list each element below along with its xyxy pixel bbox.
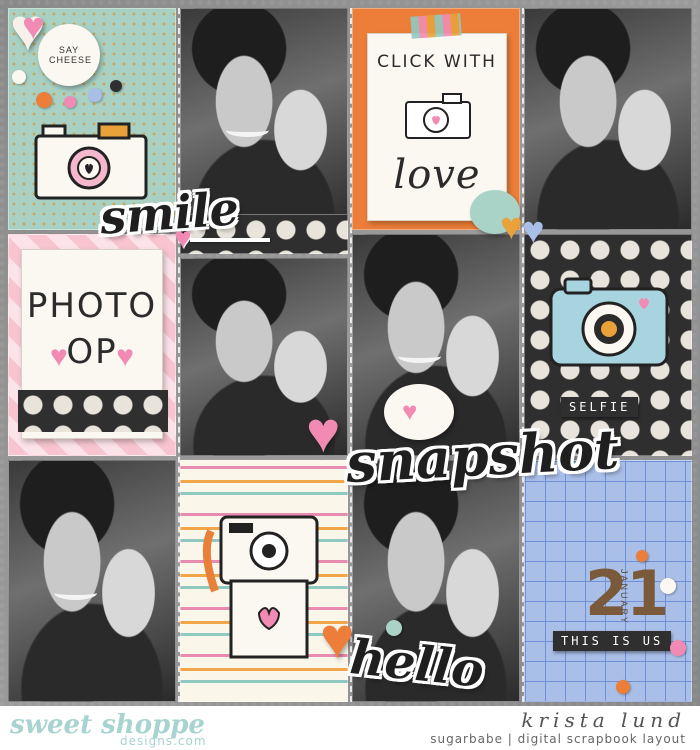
large-pink-heart-icon: ♥ bbox=[306, 400, 341, 465]
speech-heart-orange-icon: ♥ bbox=[500, 206, 523, 248]
polka-tag bbox=[18, 390, 168, 432]
dot-1 bbox=[12, 70, 26, 84]
camera-icon bbox=[405, 93, 471, 139]
dot-5 bbox=[110, 80, 122, 92]
dot-2 bbox=[36, 92, 52, 108]
dot-6 bbox=[636, 550, 648, 562]
scrapbook-page: CLICK WITH love PHOTO OP ♥ ♥ SELFIE 21 J… bbox=[0, 0, 700, 750]
layout-credit: sugarbabe | digital scrapbook layout bbox=[430, 732, 686, 746]
speech-heart-blue-icon: ♥ bbox=[522, 210, 545, 252]
click-with-text: CLICK WITH bbox=[377, 52, 497, 72]
photo-op-card: PHOTO OP ♥ ♥ bbox=[8, 234, 176, 456]
stitch-line-3 bbox=[522, 8, 524, 702]
arrow-heart-doodle-icon bbox=[190, 238, 270, 242]
dot-3 bbox=[64, 96, 76, 108]
stitch-line-2 bbox=[350, 8, 352, 702]
this-is-us-label: THIS IS US bbox=[553, 631, 672, 651]
dot-9 bbox=[616, 680, 630, 694]
stitch-line-1 bbox=[178, 8, 180, 702]
selfie-photo-2 bbox=[524, 8, 692, 230]
date-month: JANUARY bbox=[619, 569, 629, 625]
photo-op-inner-card: PHOTO OP ♥ ♥ bbox=[18, 249, 168, 439]
heart-bubble-pink-icon: ♥ bbox=[402, 396, 418, 426]
photo-op-line2: OP bbox=[66, 332, 118, 372]
footer-credits: sweet shoppe designs.com krista lund sug… bbox=[0, 706, 700, 750]
washi-tape bbox=[410, 13, 462, 39]
instant-camera-icon bbox=[202, 515, 319, 659]
blue-camera-icon bbox=[549, 277, 669, 367]
dot-7 bbox=[660, 578, 676, 594]
smile-title: smile bbox=[98, 181, 241, 245]
designer-name: krista lund bbox=[521, 708, 686, 732]
say-cheese-text: SAY CHEESE bbox=[49, 45, 93, 65]
dot-8 bbox=[670, 640, 686, 656]
selfie-photo-5 bbox=[8, 460, 176, 702]
dot-4 bbox=[88, 88, 102, 102]
brand-domain: designs.com bbox=[120, 734, 207, 748]
heart-left-icon: ♥ bbox=[50, 340, 68, 373]
arrow-heart-icon: ♥ bbox=[174, 222, 192, 255]
selfie-label: SELFIE bbox=[561, 397, 639, 417]
say-cheese-bubble: SAY CHEESE bbox=[38, 24, 100, 86]
photo-op-line1: PHOTO bbox=[26, 286, 158, 326]
heart-right-icon: ♥ bbox=[116, 340, 134, 373]
